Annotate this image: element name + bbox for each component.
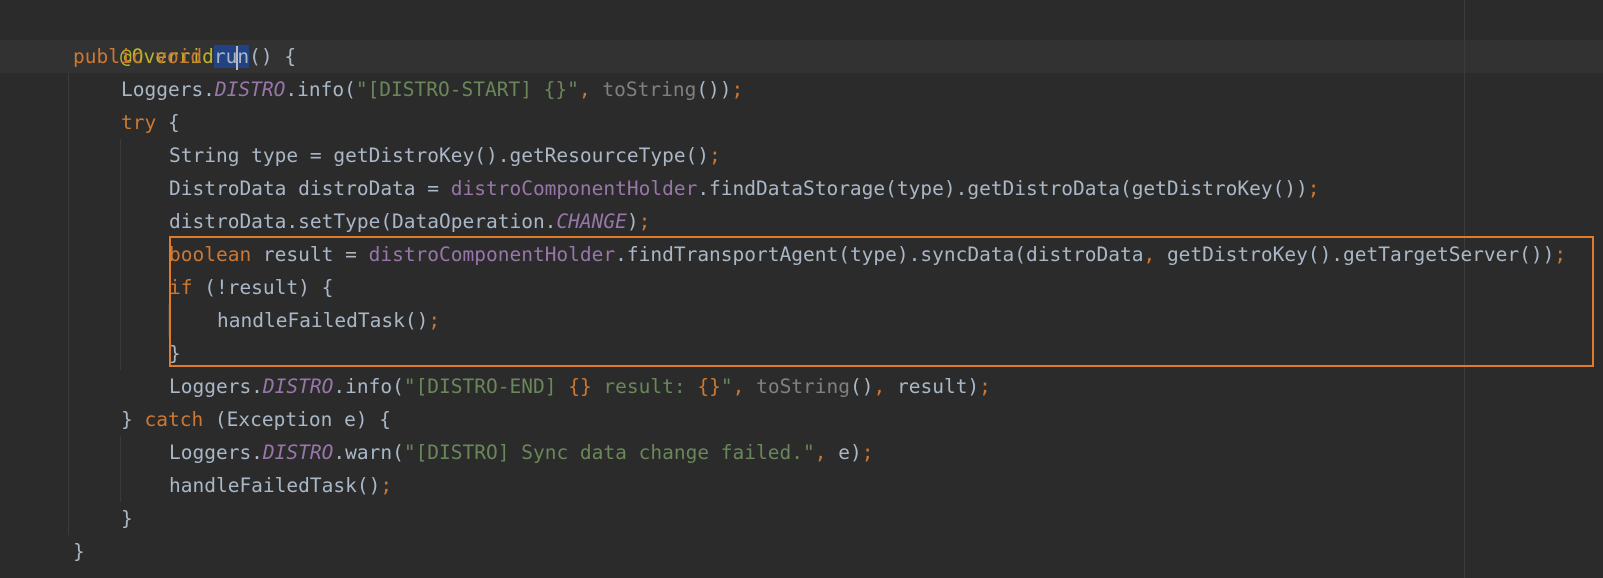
keyword-public: public [73,45,144,68]
static-field-distro: DISTRO [262,441,334,464]
keyword-catch: catch [144,408,204,431]
code-line[interactable]: Loggers.DISTRO.info("[DISTRO-END] {} res… [169,370,991,403]
method-tostring: toString [602,78,697,101]
code-editor[interactable]: @Override public void run() { Loggers.DI… [0,0,1603,578]
keyword-void: void [155,45,203,68]
indent-guide [68,73,69,535]
code-line[interactable]: } [121,502,133,535]
code-line[interactable]: handleFailedTask(); [169,469,392,502]
keyword-try: try [121,111,157,134]
code-line[interactable]: Loggers.DISTRO.info("[DISTRO-START] {}",… [121,73,743,106]
code-line[interactable]: @Override [73,7,226,68]
code-line[interactable]: } catch (Exception e) { [121,403,391,436]
static-field-distro: DISTRO [214,78,286,101]
code-line[interactable]: Loggers.DISTRO.warn("[DISTRO] Sync data … [169,436,873,469]
string-literal: "[DISTRO] Sync data change failed." [403,441,815,464]
code-line[interactable]: distroData.setType(DataOperation.CHANGE)… [169,205,650,238]
indent-guide [120,436,121,502]
code-line[interactable]: try { [121,106,180,139]
static-field-distro: DISTRO [262,375,334,398]
enum-constant-change: CHANGE [556,210,627,233]
string-literal: "[DISTRO-START] {}" [355,78,579,101]
code-line[interactable]: public void run() { [73,40,296,73]
method-tostring: toString [744,375,851,398]
selected-method-name[interactable]: run [213,45,250,70]
code-line[interactable]: String type = getDistroKey().getResource… [169,139,721,172]
indent-guide [120,139,121,370]
highlight-annotation-box [169,236,1594,367]
field-distro-component-holder: distroComponentHolder [450,177,698,200]
code-line[interactable]: } [73,535,85,568]
method-signature-rest: () { [249,45,297,68]
code-line[interactable]: DistroData distroData = distroComponentH… [169,172,1320,205]
